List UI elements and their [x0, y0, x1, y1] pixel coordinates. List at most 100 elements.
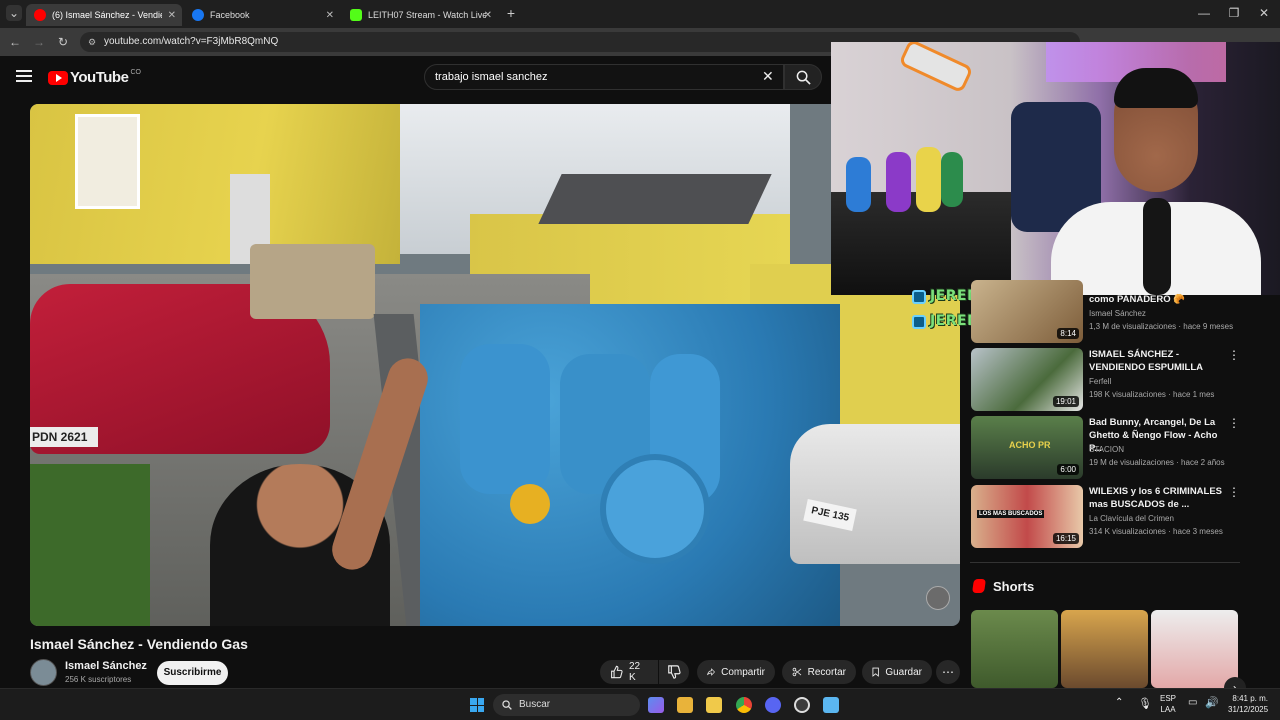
video-thumbnail[interactable]: 19:01 [971, 348, 1083, 411]
obs-icon[interactable] [794, 697, 810, 713]
thumbs-up-icon [611, 665, 623, 679]
chat-badge-icon [912, 315, 926, 329]
forward-icon[interactable]: → [31, 34, 47, 50]
close-tab-icon[interactable]: ✕ [484, 10, 492, 21]
volume-icon[interactable]: 🔊 [1205, 696, 1219, 709]
video-duration: 19:01 [1052, 396, 1079, 407]
clock[interactable]: 8:41 p. m. 31/12/2025 [1228, 693, 1268, 715]
more-options-icon[interactable]: ⋮ [1228, 416, 1240, 430]
chat-badge-icon [912, 290, 926, 304]
clear-search-icon[interactable]: ✕ [762, 68, 774, 85]
video-thumbnail[interactable]: ACHO PR 6:00 [971, 416, 1083, 479]
video-title-link[interactable]: como PANADERO 🥐 [1089, 293, 1224, 306]
file-explorer-icon[interactable] [706, 697, 722, 713]
shorts-section-title: Shorts [993, 579, 1035, 594]
video-thumbnail[interactable]: LOS MAS BUSCADOS 16:15 [971, 485, 1083, 548]
dislike-button[interactable] [659, 660, 689, 684]
microphone-icon[interactable]: 🎙 [1138, 697, 1152, 710]
share-label: Compartir [721, 666, 765, 678]
url-text: youtube.com/watch?v=F3jMbR8QmNQ [104, 36, 279, 47]
video-title: Ismael Sánchez - Vendiendo Gas [30, 636, 248, 652]
share-button[interactable]: Compartir [697, 660, 775, 684]
search-input[interactable]: trabajo ismael sanchez [424, 64, 784, 90]
video-title-link[interactable]: WILEXIS y los 6 CRIMINALES mas BUSCADOS … [1089, 485, 1224, 511]
close-window-button[interactable]: ✕ [1256, 5, 1272, 21]
language-code: ESP [1160, 694, 1177, 703]
video-frame-roof [538, 174, 772, 224]
short-thumbnail[interactable] [1061, 610, 1148, 688]
tab-list-button[interactable]: ⌄ [6, 5, 22, 21]
chrome-icon[interactable] [736, 697, 752, 713]
close-tab-icon[interactable]: ✕ [326, 10, 334, 21]
bookmark-icon [872, 667, 879, 677]
channel-avatar[interactable] [30, 659, 57, 686]
language-indicator[interactable]: ESP LAA [1160, 693, 1176, 715]
discord-icon[interactable] [765, 697, 781, 713]
video-title-link[interactable]: ISMAEL SÁNCHEZ - VENDIENDO ESPUMILLA [1089, 348, 1224, 374]
store-icon[interactable] [677, 697, 693, 713]
save-button[interactable]: Guardar [862, 660, 932, 684]
back-icon[interactable]: ← [7, 34, 23, 50]
more-options-icon[interactable]: ⋮ [1228, 485, 1240, 499]
section-divider [970, 562, 1240, 563]
keyboard-layout: LAA [1160, 705, 1176, 714]
taskbar-search-placeholder: Buscar [519, 699, 551, 710]
reload-icon[interactable]: ↻ [55, 34, 71, 50]
windows-taskbar: Buscar ⌃ 🎙 ESP LAA ▭ 🔊 8:41 p. m. 31/12/… [0, 688, 1280, 720]
tab-facebook[interactable]: Facebook ✕ [184, 4, 340, 26]
windows-start-icon[interactable] [470, 698, 484, 712]
menu-icon[interactable] [16, 70, 32, 84]
video-channel[interactable]: La Clavícula del Crimen [1089, 514, 1174, 523]
country-code: CO [130, 69, 141, 76]
video-frame-window [75, 114, 140, 209]
video-thumbnail[interactable]: 8:14 [971, 280, 1083, 343]
video-player[interactable]: PDN 2621 PJE 135 [30, 104, 960, 626]
close-tab-icon[interactable]: ✕ [168, 10, 176, 21]
shorts-icon [972, 579, 986, 593]
clip-label: Recortar [807, 666, 846, 678]
video-meta: 198 K visualizaciones · hace 1 mes [1089, 390, 1215, 399]
video-duration: 8:14 [1057, 328, 1079, 339]
video-frame-suv [250, 244, 375, 319]
network-icon[interactable]: ▭ [1188, 697, 1197, 708]
logo-text: YouTube [70, 69, 129, 86]
video-frame-grass [30, 464, 150, 626]
widgets-icon[interactable] [648, 697, 664, 713]
like-button[interactable]: 22 K [600, 660, 658, 684]
video-duration: 6:00 [1057, 464, 1079, 475]
search-icon [796, 70, 811, 85]
tray-chevron-icon[interactable]: ⌃ [1115, 697, 1123, 708]
search-button[interactable] [784, 64, 822, 90]
new-tab-button[interactable]: + [503, 5, 519, 21]
video-frame-cylinder-valve [600, 454, 710, 564]
notepad-icon[interactable] [823, 697, 839, 713]
clock-date: 31/12/2025 [1228, 705, 1269, 714]
webcam-figure [846, 157, 871, 212]
video-channel[interactable]: STACION [1089, 445, 1124, 454]
video-channel[interactable]: Ismael Sánchez [1089, 309, 1146, 318]
youtube-header: YouTube CO trabajo ismael sanchez ✕ [0, 56, 960, 100]
more-options-icon[interactable]: ⋮ [1228, 348, 1240, 362]
channel-name[interactable]: Ismael Sánchez [65, 660, 147, 672]
share-icon [707, 668, 716, 676]
thumbnail-text: LOS MAS BUSCADOS [977, 510, 1045, 518]
video-channel[interactable]: Ferfell [1089, 377, 1111, 386]
thumbs-down-icon [668, 665, 681, 679]
video-meta: 314 K visualizaciones · hace 3 meses [1089, 527, 1223, 536]
clock-time: 8:41 p. m. [1232, 694, 1268, 703]
clip-button[interactable]: Recortar [782, 660, 856, 684]
tab-youtube[interactable]: (6) Ismael Sánchez - Vendiendo Gas - You… [26, 4, 182, 26]
facebook-favicon-icon [192, 9, 204, 21]
subscribe-button[interactable]: Suscribirme [157, 661, 228, 685]
save-label: Guardar [885, 666, 922, 678]
channel-watermark-icon[interactable] [926, 586, 950, 610]
taskbar-search[interactable]: Buscar [493, 694, 640, 716]
tab-kick[interactable]: LEITH07 Stream - Watch Live on Kick ✕ [342, 4, 498, 26]
youtube-logo[interactable]: YouTube CO [48, 69, 141, 86]
more-actions-button[interactable]: ⋯ [936, 660, 960, 684]
short-thumbnail[interactable] [1151, 610, 1238, 688]
site-info-icon[interactable]: ⚙ [88, 32, 96, 52]
short-thumbnail[interactable] [971, 610, 1058, 688]
minimize-button[interactable]: — [1196, 5, 1212, 21]
restore-button[interactable]: ❐ [1226, 5, 1242, 21]
